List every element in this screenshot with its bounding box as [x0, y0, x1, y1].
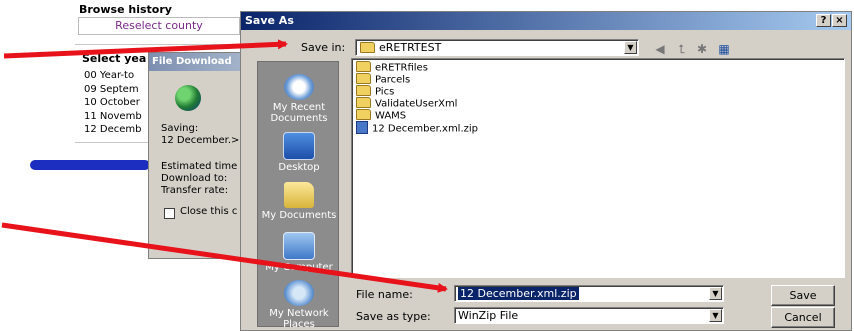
year-item[interactable]: 10 October — [84, 96, 142, 110]
views-menu-icon[interactable]: ▦ — [715, 41, 733, 57]
desktop-icon — [283, 132, 315, 160]
cancel-button[interactable]: Cancel — [771, 307, 835, 328]
place-my-documents[interactable]: My Documents — [258, 182, 340, 221]
save-as-type-dropdown[interactable]: WinZip File ▼ — [454, 307, 724, 324]
back-icon[interactable]: ◀ — [651, 41, 669, 57]
chevron-down-icon[interactable]: ▼ — [624, 41, 637, 54]
places-bar: My Recent Documents Desktop My Documents… — [257, 61, 340, 330]
place-label: My Recent Documents — [270, 102, 328, 124]
place-my-computer[interactable]: My Computer — [258, 232, 340, 273]
browse-history-heading: Browse history — [79, 3, 172, 16]
download-to-label: Download to: — [161, 173, 228, 184]
year-item[interactable]: 12 Decemb — [84, 123, 142, 137]
saving-value: 12 December.> — [161, 135, 240, 146]
folder-icon — [356, 61, 371, 72]
year-item[interactable]: 00 Year-to — [84, 69, 142, 83]
my-documents-icon — [284, 182, 314, 208]
folder-icon — [356, 109, 371, 120]
file-name-label: File name: — [356, 288, 413, 301]
close-when-done-label: Close this c — [180, 206, 238, 217]
reselect-county-link[interactable]: Reselect county — [78, 17, 240, 35]
winzip-file-icon — [356, 121, 368, 134]
save-button[interactable]: Save — [771, 285, 835, 306]
folder-icon — [360, 41, 375, 53]
place-my-network-places[interactable]: My Network Places — [258, 280, 340, 330]
save-in-label: Save in: — [301, 41, 346, 54]
progress-bar — [30, 160, 150, 170]
up-folder-icon[interactable]: ⮤ — [673, 41, 691, 57]
help-button[interactable]: ? — [816, 14, 831, 27]
folder-icon — [356, 85, 371, 96]
my-network-places-icon — [284, 280, 314, 306]
file-name-value: 12 December.xml.zip — [458, 287, 579, 300]
save-as-type-value: WinZip File — [458, 309, 519, 322]
estimated-time-label: Estimated time — [161, 161, 238, 172]
place-label: Desktop — [278, 162, 320, 173]
save-as-type-label: Save as type: — [356, 310, 431, 323]
year-item[interactable]: 11 Novemb — [84, 110, 142, 124]
file-name-input[interactable]: 12 December.xml.zip ▼ — [454, 285, 724, 302]
place-label: My Computer — [265, 262, 333, 273]
globe-icon — [175, 85, 201, 111]
folder-icon — [356, 97, 371, 108]
folder-icon — [356, 73, 371, 84]
close-when-done-checkbox[interactable] — [164, 208, 175, 219]
year-list: 00 Year-to 09 Septem 10 October 11 Novem… — [84, 69, 142, 137]
new-folder-icon[interactable]: ✱ — [693, 41, 711, 57]
chevron-down-icon[interactable]: ▼ — [709, 287, 722, 300]
my-computer-icon — [283, 232, 315, 260]
transfer-rate-label: Transfer rate: — [161, 185, 229, 196]
chevron-down-icon[interactable]: ▼ — [709, 309, 722, 322]
recent-documents-icon — [284, 74, 314, 100]
year-item[interactable]: 09 Septem — [84, 83, 142, 97]
file-list[interactable]: eRETRfiles Parcels Pics ValidateUserXml … — [351, 58, 845, 278]
place-recent-documents[interactable]: My Recent Documents — [258, 74, 340, 124]
list-item[interactable]: 12 December.xml.zip — [356, 121, 478, 136]
dialog-titlebar: Save As — [241, 12, 851, 30]
dialog-title: Save As — [245, 14, 294, 27]
file-download-titlebar: File Download — [149, 53, 249, 71]
select-year-heading: Select yea — [82, 52, 147, 65]
file-download-window: File Download Saving: 12 December.> Esti… — [148, 52, 250, 259]
save-as-dialog: Save As ? × Save in: eRETRTEST ▼ ◀ ⮤ ✱ ▦… — [240, 11, 852, 331]
list-item[interactable]: ValidateUserXml — [356, 97, 457, 111]
place-label: My Network Places — [269, 308, 329, 330]
place-desktop[interactable]: Desktop — [258, 132, 340, 173]
save-in-dropdown[interactable]: eRETRTEST ▼ — [355, 39, 639, 56]
saving-label: Saving: — [161, 123, 199, 134]
close-button[interactable]: × — [832, 14, 847, 27]
place-label: My Documents — [261, 210, 337, 221]
save-in-value: eRETRTEST — [379, 41, 442, 54]
